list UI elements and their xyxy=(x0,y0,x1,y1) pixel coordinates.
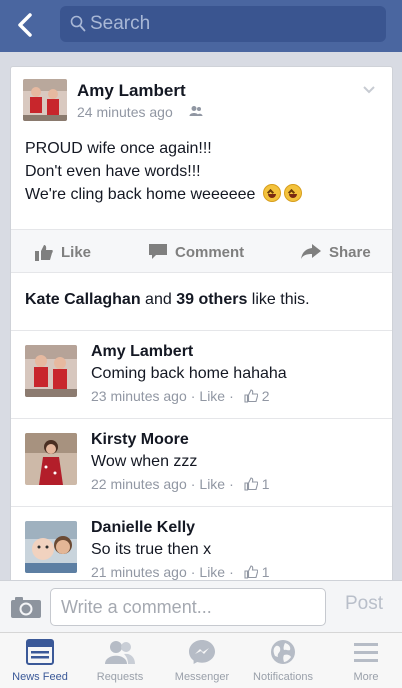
tab-label: News Feed xyxy=(12,671,68,683)
post-author-name[interactable]: Amy Lambert xyxy=(77,81,186,101)
top-navigation-bar xyxy=(0,0,402,52)
tab-news-feed[interactable]: News Feed xyxy=(0,639,80,688)
back-button[interactable] xyxy=(6,6,44,44)
share-icon xyxy=(301,244,321,259)
comment-icon xyxy=(149,244,167,259)
comment-like-link[interactable]: Like xyxy=(199,388,225,404)
comment-meta: 23 minutes ago · Like · 2 xyxy=(91,388,270,404)
comment-meta: 21 minutes ago · Like · 1 xyxy=(91,564,270,580)
comment-text: Wow when zzz xyxy=(91,453,198,470)
thumbs-up-icon xyxy=(244,477,258,491)
comment-text: Coming back home hahaha xyxy=(91,365,287,382)
messenger-icon xyxy=(189,640,215,664)
comment-item: Kirsty Moore Wow when zzz 22 minutes ago… xyxy=(11,419,392,507)
commenter-name[interactable]: Danielle Kelly xyxy=(91,519,195,537)
post-actions-bar: Like Comment Share xyxy=(11,229,392,273)
comment-composer: Post xyxy=(0,580,402,632)
comment-like-count: 1 xyxy=(261,476,270,492)
news-feed-icon xyxy=(26,639,54,665)
comment-input[interactable] xyxy=(50,588,326,626)
chevron-down-icon[interactable] xyxy=(362,85,376,95)
comment-label: Comment xyxy=(175,243,245,261)
camera-icon[interactable] xyxy=(10,595,42,619)
comment-like-link[interactable]: Like xyxy=(199,476,225,492)
comment-like-count: 2 xyxy=(261,388,270,404)
liker-name[interactable]: Kate Callaghan xyxy=(25,291,141,308)
bottom-tab-bar: News Feed Requests Messenger Notificatio… xyxy=(0,632,402,688)
tab-requests[interactable]: Requests xyxy=(80,639,160,688)
search-box[interactable] xyxy=(60,6,386,42)
commenter-avatar[interactable] xyxy=(25,521,77,573)
comment-time: 23 minutes ago xyxy=(91,388,187,404)
like-label: Like xyxy=(61,243,92,261)
search-input[interactable] xyxy=(90,6,380,42)
likes-summary[interactable]: Kate Callaghan and 39 others like this. xyxy=(25,291,310,309)
like-button[interactable]: Like xyxy=(35,230,91,274)
tab-label: Requests xyxy=(96,671,144,683)
commenter-avatar[interactable] xyxy=(25,345,77,397)
post-line: We're cling back home weeeeee xyxy=(25,186,256,203)
likers-count[interactable]: 39 others xyxy=(176,291,247,308)
post-timestamp[interactable]: 24 minutes ago xyxy=(77,104,173,120)
notifications-icon xyxy=(271,640,295,664)
grinning-emoji-icon xyxy=(283,184,302,202)
post-comment-button[interactable]: Post xyxy=(336,593,392,615)
post-text: PROUD wife once again!!! Don't even have… xyxy=(25,137,380,206)
tab-more[interactable]: More xyxy=(326,639,402,688)
comment-like-link[interactable]: Like xyxy=(199,564,225,580)
comment-meta: 22 minutes ago · Like · 1 xyxy=(91,476,270,492)
comment-item: Amy Lambert Coming back home hahaha 23 m… xyxy=(11,331,392,419)
friends-icon xyxy=(189,106,203,116)
commenter-avatar[interactable] xyxy=(25,433,77,485)
tab-label: Messenger xyxy=(174,671,230,683)
search-icon xyxy=(70,15,86,32)
tab-messenger[interactable]: Messenger xyxy=(162,639,242,688)
post-line: PROUD wife once again!!! xyxy=(25,140,212,157)
share-button[interactable]: Share xyxy=(301,230,371,274)
commenter-name[interactable]: Kirsty Moore xyxy=(91,431,189,449)
commenter-name[interactable]: Amy Lambert xyxy=(91,343,193,361)
chevron-left-icon xyxy=(18,13,32,37)
tab-notifications[interactable]: Notifications xyxy=(243,639,323,688)
thumbs-up-icon xyxy=(244,389,258,403)
tab-label: Notifications xyxy=(253,671,313,683)
grinning-emoji-icon xyxy=(262,184,281,202)
tab-label: More xyxy=(353,671,379,683)
share-label: Share xyxy=(329,243,371,261)
like-icon xyxy=(35,244,53,261)
thumbs-up-icon xyxy=(244,565,258,579)
comment-time: 22 minutes ago xyxy=(91,476,187,492)
post-line-with-emoji: We're cling back home weeeeee xyxy=(25,183,380,206)
comment-text: So its true then x xyxy=(91,541,212,558)
requests-icon xyxy=(105,641,135,664)
comment-like-count: 1 xyxy=(261,564,270,580)
comment-time: 21 minutes ago xyxy=(91,564,187,580)
post-line: Don't even have words!!! xyxy=(25,163,201,180)
more-icon xyxy=(354,643,378,662)
comment-button[interactable]: Comment xyxy=(149,230,244,274)
post-header: Amy Lambert 24 minutes ago xyxy=(11,67,392,129)
post-card: Amy Lambert 24 minutes ago PROUD wife on… xyxy=(10,66,393,606)
author-avatar[interactable] xyxy=(23,79,67,121)
